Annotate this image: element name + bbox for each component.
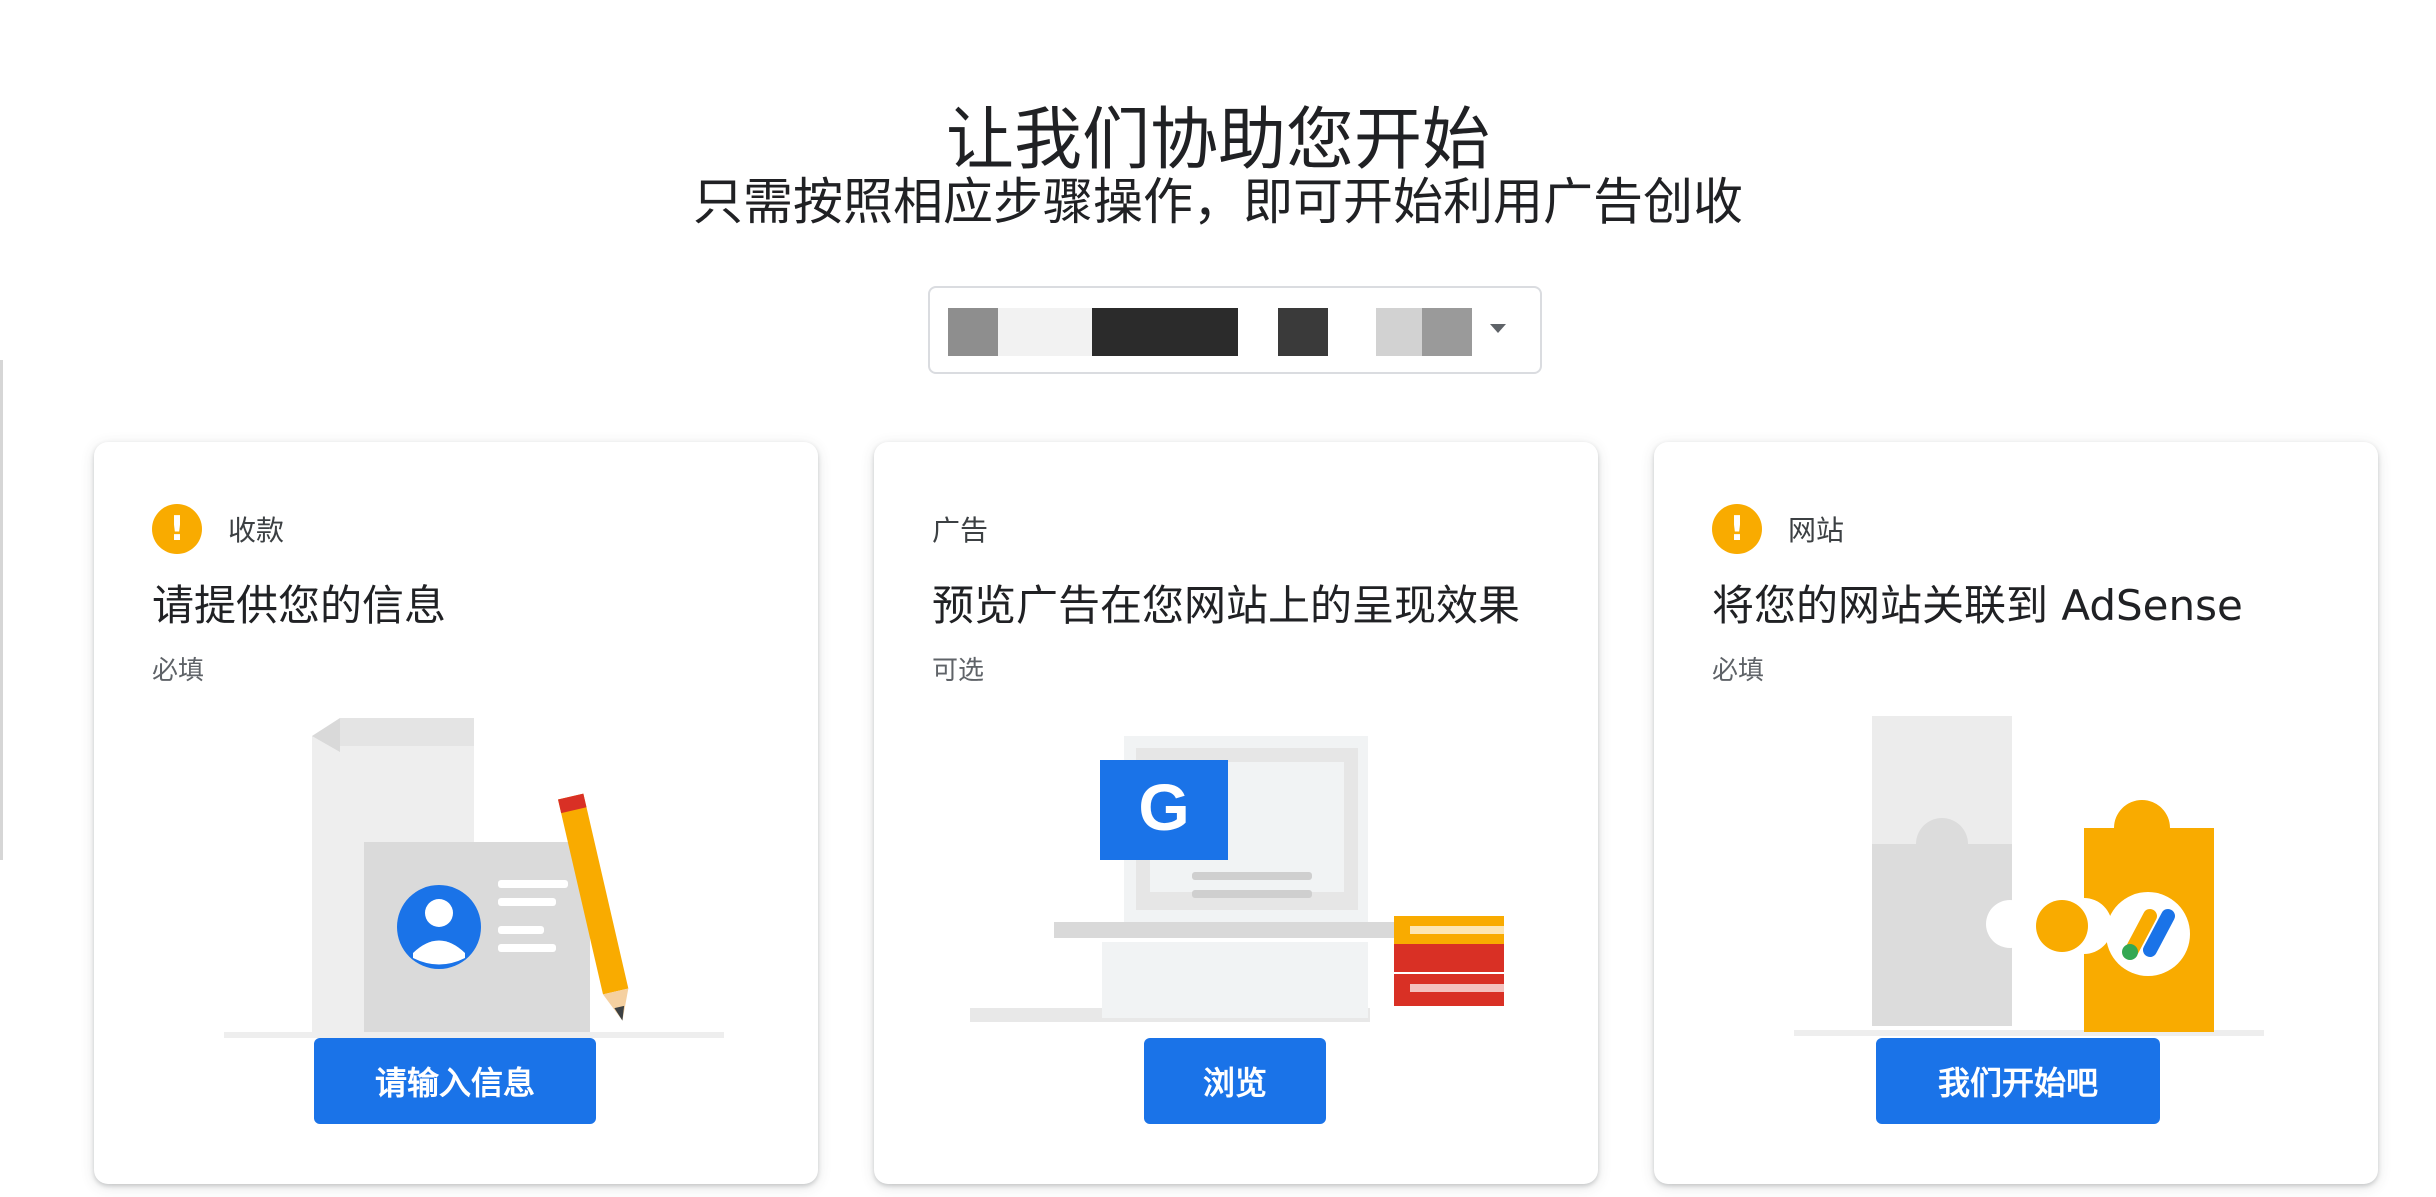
card-title: 预览广告在您网站上的呈现效果	[932, 581, 1521, 630]
puzzle-adsense-illustration	[1794, 716, 2264, 1036]
optional-note: 可选	[932, 656, 985, 686]
chevron-down-icon[interactable]	[1490, 324, 1506, 333]
card-label: 收款	[228, 514, 285, 547]
page-subtitle: 只需按照相应步骤操作，即可开始利用广告创收	[693, 173, 1743, 231]
left-edge-line	[0, 360, 3, 860]
redacted-block	[1422, 308, 1472, 356]
site-selector-dropdown[interactable]	[928, 286, 1542, 374]
card-title: 将您的网站关联到 AdSense	[1712, 581, 2243, 630]
warning-icon: !	[1712, 504, 1762, 554]
card-label: 网站	[1788, 514, 1845, 547]
ads-card: 广告 预览广告在您网站上的呈现效果 可选 G 浏览	[874, 442, 1598, 1184]
enter-info-button[interactable]: 请输入信息	[314, 1038, 596, 1124]
laptop-preview-illustration: G	[970, 736, 1504, 1022]
browse-button[interactable]: 浏览	[1144, 1038, 1326, 1124]
payments-card: ! 收款 请提供您的信息 必填 请输入信息	[94, 442, 818, 1184]
profile-card-pencil-illustration	[224, 718, 724, 1038]
redacted-block	[1278, 308, 1328, 356]
card-label: 广告	[932, 514, 989, 547]
required-note: 必填	[1712, 656, 1765, 686]
redacted-block	[948, 308, 998, 356]
redacted-block	[1376, 308, 1422, 356]
warning-icon: !	[152, 504, 202, 554]
redacted-block	[998, 308, 1098, 356]
get-started-button[interactable]: 我们开始吧	[1876, 1038, 2160, 1124]
card-title: 请提供您的信息	[152, 581, 447, 630]
site-card: ! 网站 将您的网站关联到 AdSense 必填 我们开始吧	[1654, 442, 2378, 1184]
redacted-block	[1092, 308, 1238, 356]
svg-text:G: G	[1138, 770, 1189, 844]
required-note: 必填	[152, 656, 205, 686]
